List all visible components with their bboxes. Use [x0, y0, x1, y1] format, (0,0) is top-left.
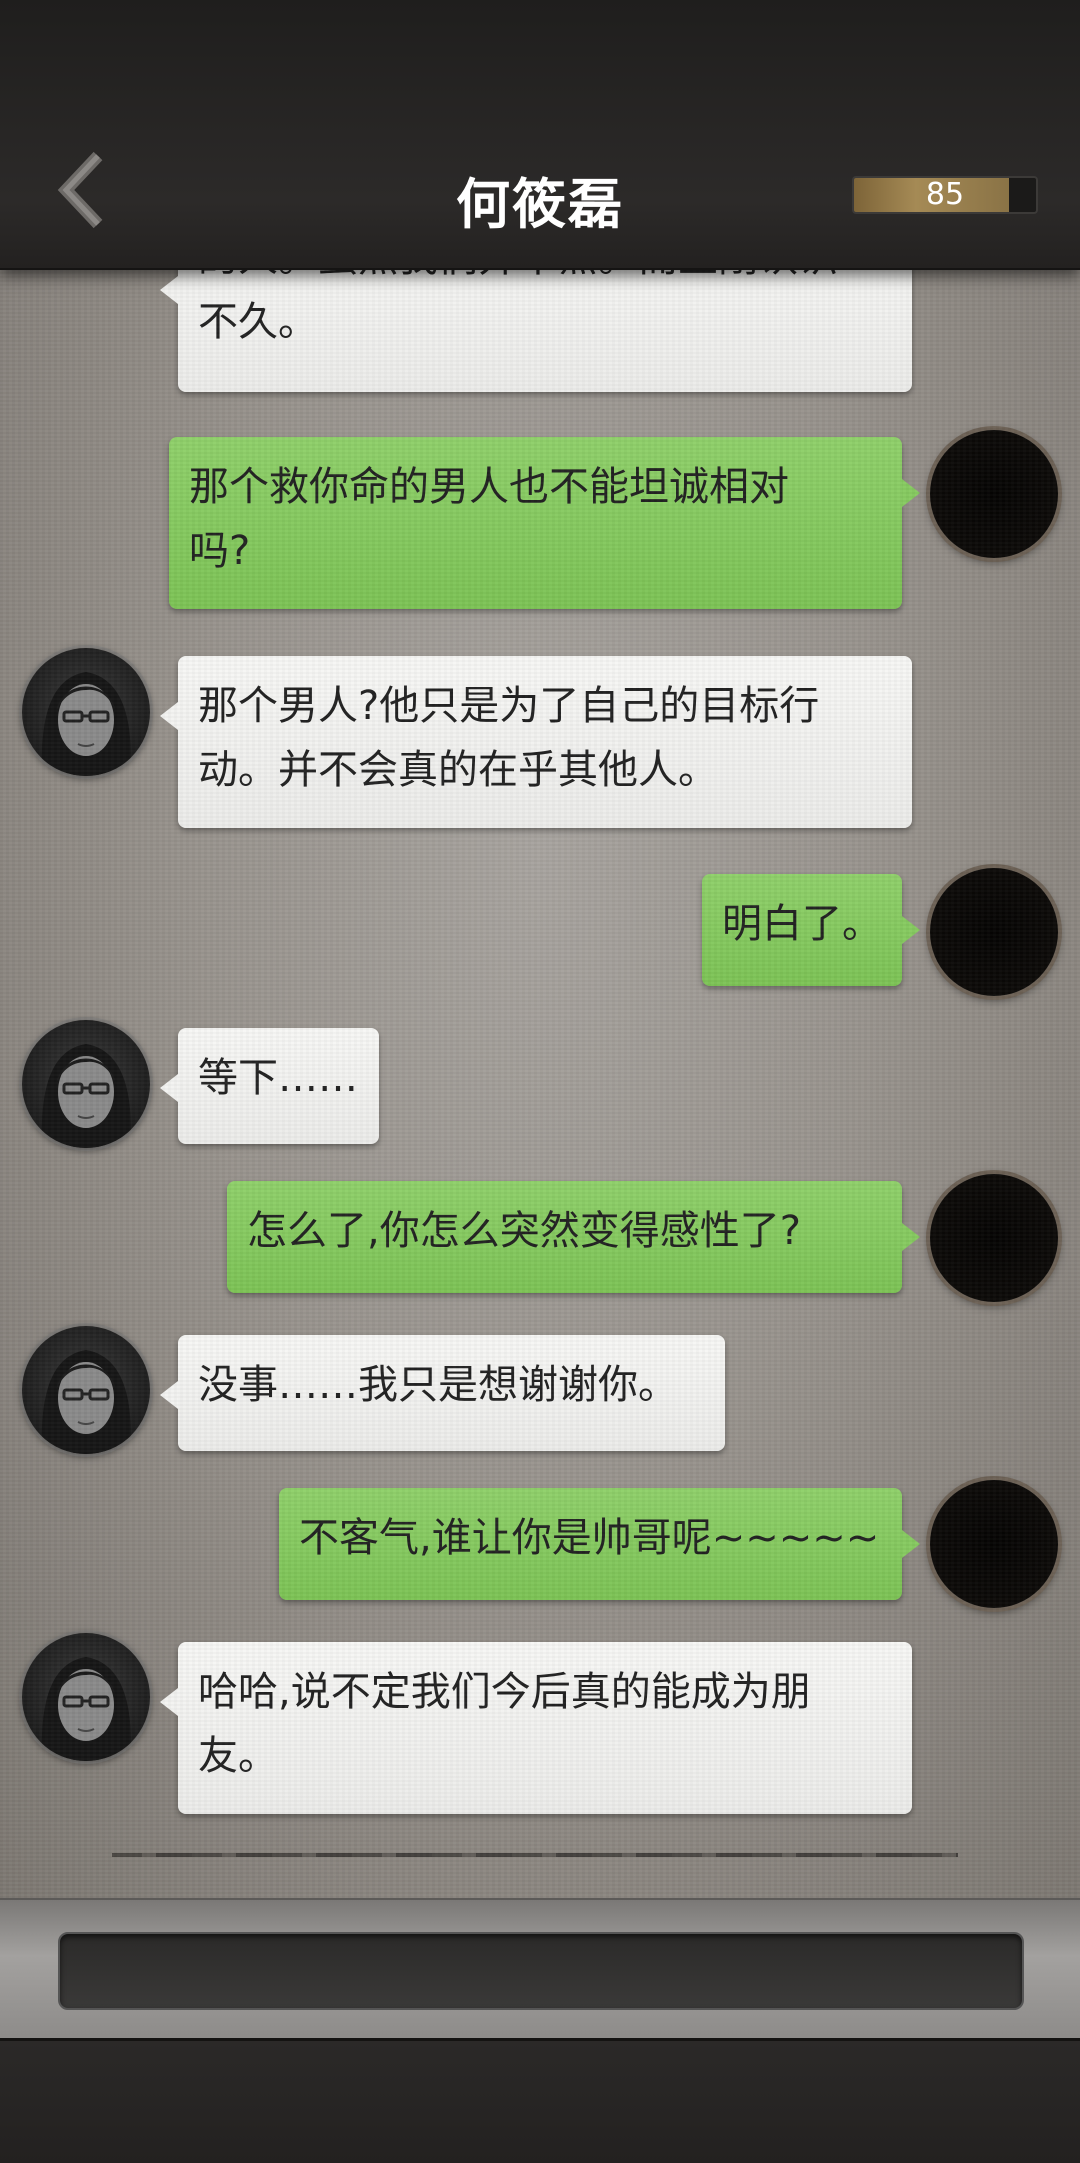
message-line: 不久。 [198, 299, 318, 345]
message-line: 友。 [198, 1733, 278, 1779]
message-line: 等下…… [198, 1055, 358, 1101]
message-line: 明白了。 [722, 901, 882, 947]
message-bubble-npc: 没事……我只是想谢谢你。 [160, 1335, 725, 1451]
user-avatar[interactable] [930, 868, 1058, 996]
message-line: 不客气,谁让你是帅哥呢~~~~~ [299, 1515, 880, 1561]
message-bubble-user: 怎么了,你怎么突然变得感性了? [227, 1181, 920, 1293]
affinity-meter-value: 85 [925, 177, 965, 212]
message-input[interactable] [58, 1932, 1024, 2010]
portrait-icon [41, 1044, 131, 1148]
message-bubble-npc: 哈哈,说不定我们今后真的能成为朋 友。 [160, 1642, 912, 1814]
npc-avatar[interactable] [22, 1020, 150, 1148]
affinity-meter: 85 [852, 176, 1038, 214]
message-line: 那个救你命的男人也不能坦诚相对 [189, 464, 789, 510]
portrait-icon [41, 1350, 131, 1454]
message-bubble-user: 不客气,谁让你是帅哥呢~~~~~ [279, 1488, 920, 1600]
npc-avatar[interactable] [22, 1326, 150, 1454]
portrait-icon [41, 1657, 131, 1761]
message-line: 怎么了,你怎么突然变得感性了? [247, 1208, 801, 1254]
bottom-panel [0, 2038, 1080, 2163]
message-line: 没事……我只是想谢谢你。 [198, 1362, 678, 1408]
chat-end-divider [112, 1853, 958, 1857]
user-avatar[interactable] [930, 430, 1058, 558]
message-bubble-user: 那个救你命的男人也不能坦诚相对 吗? [169, 437, 920, 609]
npc-avatar[interactable] [22, 1633, 150, 1761]
message-bubble-user: 明白了。 [702, 874, 920, 986]
user-avatar[interactable] [930, 1174, 1058, 1302]
npc-avatar[interactable] [22, 648, 150, 776]
user-avatar[interactable] [930, 1480, 1058, 1608]
message-line: 那个男人?他只是为了自己的目标行 [198, 683, 820, 729]
message-line: 哈哈,说不定我们今后真的能成为朋 [198, 1669, 811, 1715]
chat-area[interactable]: 的人。虽然我们并不熟。而且刚认识 不久。 那个救你命的男人也不能坦诚相对 吗? … [0, 0, 1080, 1898]
message-bubble-npc: 那个男人?他只是为了自己的目标行 动。并不会真的在乎其他人。 [160, 656, 912, 828]
portrait-icon [41, 672, 131, 776]
top-bar: 何筱磊 85 [0, 0, 1080, 270]
message-line: 吗? [189, 528, 251, 574]
message-bubble-npc: 等下…… [160, 1028, 379, 1144]
input-bar [0, 1898, 1080, 2040]
message-line: 动。并不会真的在乎其他人。 [198, 747, 718, 793]
